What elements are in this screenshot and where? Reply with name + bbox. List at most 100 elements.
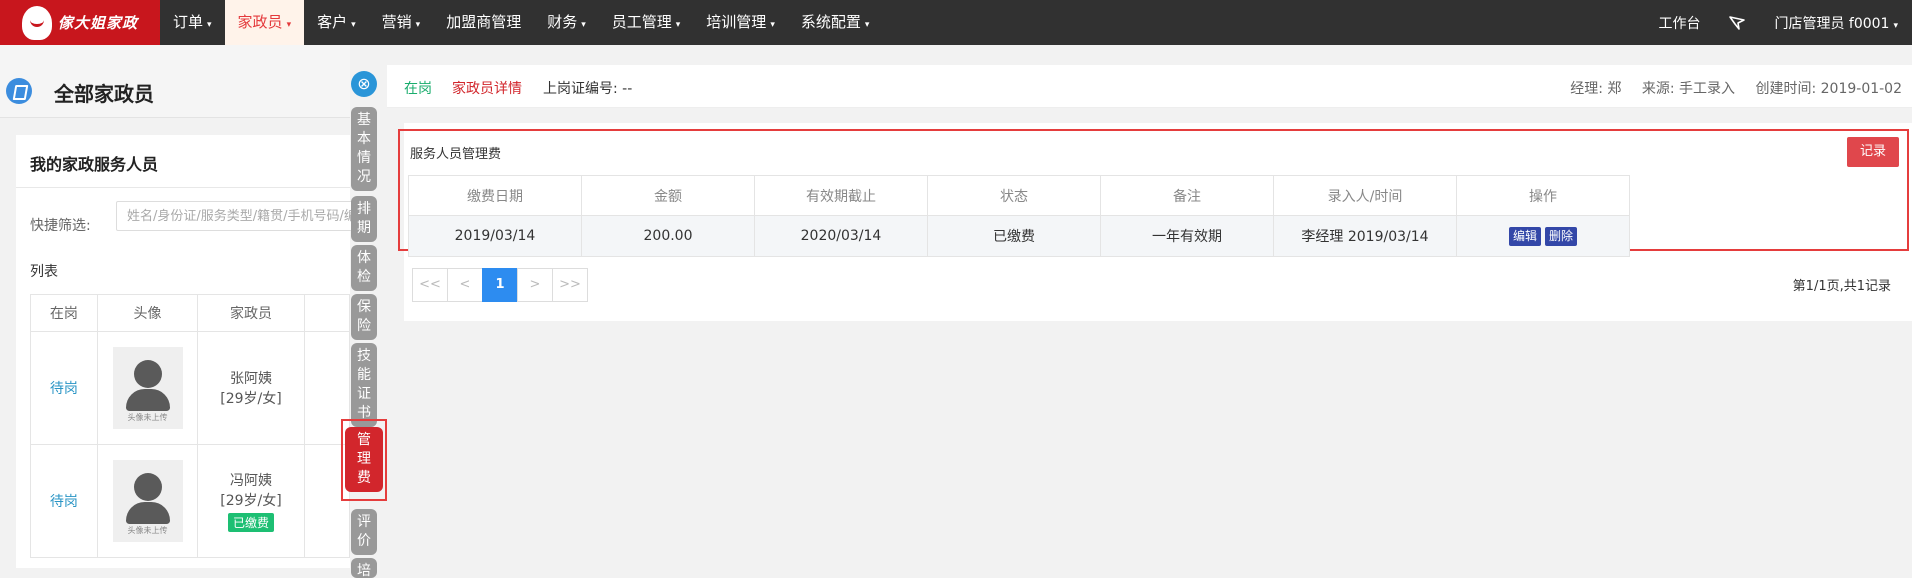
status-link[interactable]: 待岗 (50, 494, 78, 510)
tab-physical-exam[interactable]: 体检 (351, 245, 377, 291)
page-title: 全部家政员 (54, 82, 154, 106)
nav-item-housekeepers[interactable]: 家政员 ▾ (224, 0, 305, 45)
chevron-down-icon: ▾ (675, 20, 681, 30)
nav-item-staff[interactable]: 员工管理 ▾ (599, 0, 694, 45)
status-cell: 待岗 (30, 331, 98, 445)
book-icon (6, 78, 32, 104)
fee-note: 一年有效期 (1100, 215, 1274, 257)
col-header-avatar: 头像 (96, 294, 199, 332)
detail-vertical-tabs: ⊗ 基本情况 排期 体检 保险 技能证书 管理费 评价 培训 (341, 65, 387, 578)
col-header-expire: 有效期截止 (754, 175, 928, 216)
table-header-row: 缴费日期 金额 有效期截止 状态 备注 录入人/时间 操作 (408, 175, 1630, 216)
user-placeholder-icon (133, 360, 162, 388)
detail-info-bar: 在岗 家政员详情 上岗证编号: -- 经理: 郑 来源: 手工录入 创建时间: … (387, 65, 1912, 108)
table-row[interactable]: 待岗 头像未上传 张阿姨 [29岁/女] (30, 331, 351, 445)
housekeeper-name[interactable]: 张阿姨 (198, 368, 303, 388)
nav-right: 工作台 门店管理员 f0001 ▾ (1644, 0, 1912, 45)
management-fee-section: 服务人员管理费 记录 缴费日期 金额 有效期截止 状态 备注 录入人/时间 操作… (398, 129, 1909, 257)
logo-text: 傢大姐家政 (57, 14, 138, 32)
nav-item-settings[interactable]: 系统配置 ▾ (788, 0, 883, 45)
chevron-down-icon: ▾ (286, 20, 292, 30)
housekeeper-info: [29岁/女] (220, 493, 282, 509)
chevron-down-icon: ▾ (207, 20, 212, 30)
filter-card-title: 我的家政服务人员 (30, 155, 159, 174)
user-placeholder-icon (133, 473, 162, 501)
status-link[interactable]: 待岗 (50, 381, 78, 397)
avatar: 头像未上传 (112, 460, 183, 542)
delete-button[interactable]: 删除 (1545, 226, 1578, 246)
housekeeper-detail: 在岗 家政员详情 上岗证编号: -- 经理: 郑 来源: 手工录入 创建时间: … (387, 45, 1912, 568)
chevron-down-icon: ▾ (864, 20, 870, 30)
tab-schedule[interactable]: 排期 (351, 196, 377, 242)
tab-management-fee[interactable]: 管理费 (345, 427, 383, 492)
prev-page-button[interactable]: < (447, 268, 483, 302)
top-navbar: 傢大姐家政 订单 ▾ 家政员 ▾ 客户 ▾ 营销 ▾ 加盟商管理 财务 ▾ 员工管理 ▾ 培… (0, 0, 1912, 45)
chevron-down-icon: ▾ (415, 20, 421, 30)
user-placeholder-body (125, 389, 170, 411)
manager-label: 经理: 郑 (1570, 81, 1622, 97)
name-cell: 张阿姨 [29岁/女] (197, 331, 305, 445)
nav-item-orders[interactable]: 订单 ▾ (160, 0, 225, 45)
fee-entry: 李经理 2019/03/14 (1273, 215, 1457, 257)
page-1-button[interactable]: 1 (482, 268, 518, 302)
avatar: 头像未上传 (112, 347, 183, 429)
main-nav: 订单 ▾ 家政员 ▾ 客户 ▾ 营销 ▾ 加盟商管理 财务 ▾ 员工管理 ▾ 培训管理 ▾ 系… (160, 0, 882, 45)
status-cell: 待岗 (30, 444, 98, 558)
tab-review[interactable]: 评价 (351, 509, 377, 555)
nav-item-franchise[interactable]: 加盟商管理 (433, 0, 534, 45)
housekeeper-name[interactable]: 冯阿姨 (198, 470, 303, 490)
pagination: << < 1 > >> (412, 268, 588, 302)
chevron-down-icon: ▾ (581, 20, 586, 30)
table-header-row: 在岗 头像 家政员 (30, 294, 351, 332)
edit-button[interactable]: 编辑 (1508, 226, 1541, 246)
tab-skill-certificate[interactable]: 技能证书 (351, 343, 377, 427)
chevron-down-icon: ▾ (351, 20, 356, 30)
created-time: 创建时间: 2019-01-02 (1755, 81, 1902, 97)
page-info: 第1/1页,共1记录 (1792, 279, 1891, 294)
quick-filter-input[interactable]: 姓名/身份证/服务类型/籍贯/手机号码/编号 (116, 201, 356, 231)
first-page-button[interactable]: << (412, 268, 448, 302)
avatar-cell: 头像未上传 (96, 444, 199, 558)
table-row: 2019/03/14 200.00 2020/03/14 已缴费 一年有效期 李… (408, 215, 1630, 257)
fee-status: 已缴费 (927, 215, 1101, 257)
tab-training[interactable]: 培训 (351, 558, 377, 578)
list-label: 列表 (30, 264, 58, 280)
brand-logo[interactable]: 傢大姐家政 (0, 0, 160, 45)
nav-item-marketing[interactable]: 营销 ▾ (369, 0, 434, 45)
chevron-down-icon: ▾ (1893, 20, 1898, 31)
last-page-button[interactable]: >> (552, 268, 588, 302)
table-row[interactable]: 待岗 头像未上传 冯阿姨 [29岁/女] 已缴费 (30, 444, 351, 558)
tab-basic-info[interactable]: 基本情况 (351, 107, 377, 191)
tab-insurance[interactable]: 保险 (351, 294, 377, 340)
notification-flag-icon[interactable] (1714, 15, 1760, 31)
avatar-caption: 头像未上传 (127, 413, 168, 422)
col-header-actions: 操作 (1456, 175, 1630, 216)
detail-tab-label[interactable]: 家政员详情 (452, 78, 522, 98)
detail-meta: 经理: 郑 来源: 手工录入 创建时间: 2019-01-02 (1554, 78, 1902, 98)
fee-amount: 200.00 (581, 215, 755, 257)
workbench-link[interactable]: 工作台 (1644, 13, 1714, 33)
col-header-name: 家政员 (197, 294, 305, 332)
cert-number: 上岗证编号: -- (543, 81, 633, 97)
user-menu[interactable]: 门店管理员 f0001 ▾ (1760, 13, 1912, 33)
list-panel-header: 全部家政员 (0, 45, 350, 118)
paid-badge: 已缴费 (227, 513, 274, 532)
nav-item-customers[interactable]: 客户 ▾ (304, 0, 369, 45)
col-header-note: 备注 (1100, 175, 1274, 216)
fee-date: 2019/03/14 (408, 215, 582, 257)
housekeeper-list-panel: 全部家政员 我的家政服务人员 快捷筛选: 姓名/身份证/服务类型/籍贯/手机号码… (0, 45, 356, 568)
next-page-button[interactable]: > (517, 268, 553, 302)
section-title: 服务人员管理费 (410, 147, 502, 162)
nav-item-finance[interactable]: 财务 ▾ (534, 0, 599, 45)
avatar-cell: 头像未上传 (96, 331, 199, 445)
col-header-status: 在岗 (30, 294, 98, 332)
close-icon[interactable]: ⊗ (351, 71, 377, 97)
name-cell: 冯阿姨 [29岁/女] 已缴费 (197, 444, 305, 558)
housekeeper-table: 在岗 头像 家政员 待岗 头像未上传 张阿姨 [29岁/女] 待岗 头像未上传 … (30, 294, 351, 558)
record-button[interactable]: 记录 (1847, 137, 1899, 167)
list-card: 列表 在岗 头像 家政员 待岗 头像未上传 张阿姨 [29岁/女] 待岗 头像未… (16, 242, 351, 568)
col-header-date: 缴费日期 (408, 175, 582, 216)
nav-item-training[interactable]: 培训管理 ▾ (693, 0, 788, 45)
col-header-entry: 录入人/时间 (1273, 175, 1457, 216)
fee-expire: 2020/03/14 (754, 215, 928, 257)
